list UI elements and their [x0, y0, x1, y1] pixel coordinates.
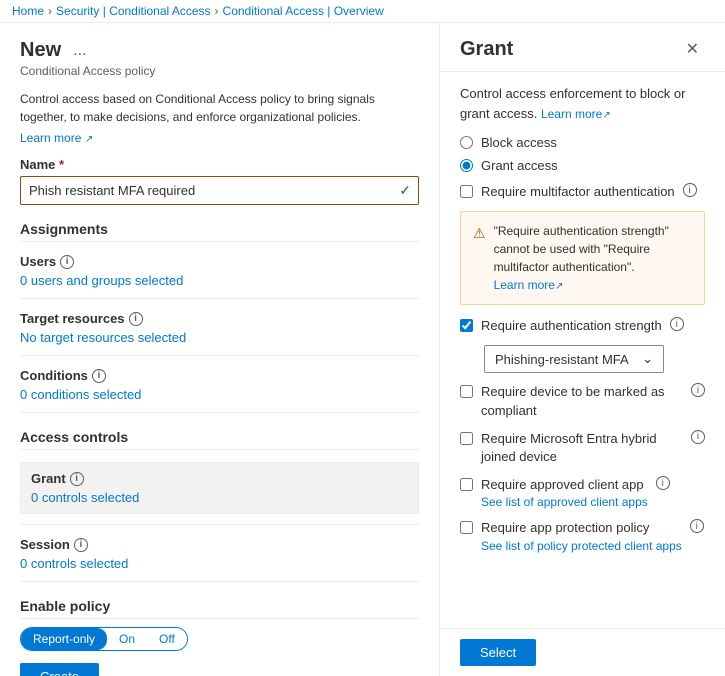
require-compliant-info-icon[interactable]: i [691, 383, 705, 397]
enable-policy-toggle[interactable]: Report-only On Off [20, 627, 188, 651]
require-hybrid-label: Require Microsoft Entra hybrid joined de… [481, 430, 683, 466]
require-auth-strength-item: Require authentication strength i [460, 317, 705, 335]
session-item: Session i 0 controls selected [20, 537, 419, 582]
auth-strength-value: Phishing-resistant MFA [495, 352, 629, 367]
require-hybrid-checkbox[interactable] [460, 432, 473, 445]
require-app-protection-checkbox[interactable] [460, 521, 473, 534]
require-compliant-label: Require device to be marked as compliant [481, 383, 683, 419]
target-resources-item: Target resources i No target resources s… [20, 311, 419, 356]
grant-footer: Select [440, 628, 725, 676]
toggle-on[interactable]: On [107, 628, 147, 650]
require-app-protection-info-icon[interactable]: i [690, 519, 704, 533]
right-panel: Grant ✕ Control access enforcement to bl… [440, 23, 725, 676]
block-access-option[interactable]: Block access [460, 135, 705, 150]
users-item: Users i 0 users and groups selected [20, 254, 419, 299]
grant-header: Grant ✕ [440, 23, 725, 72]
warning-icon: ⚠ [473, 223, 486, 244]
users-value[interactable]: 0 users and groups selected [20, 273, 419, 288]
grant-value[interactable]: 0 controls selected [31, 490, 408, 505]
name-field-label: Name * [20, 157, 419, 172]
require-approved-app-info-icon[interactable]: i [656, 476, 670, 490]
see-protected-apps-link[interactable]: See list of policy protected client apps [481, 539, 682, 553]
breadcrumb-sep-2: › [215, 4, 219, 18]
conditions-label: Conditions [20, 368, 88, 383]
require-app-protection-label: Require app protection policy [481, 519, 682, 537]
require-mfa-checkbox[interactable] [460, 185, 473, 198]
require-hybrid-item: Require Microsoft Entra hybrid joined de… [460, 430, 705, 466]
require-app-protection-item: Require app protection policy See list o… [460, 519, 705, 552]
conditions-info-icon[interactable]: i [92, 369, 106, 383]
breadcrumb-security[interactable]: Security | Conditional Access [56, 4, 211, 18]
name-input[interactable] [20, 176, 419, 205]
description-text: Control access based on Conditional Acce… [20, 90, 419, 126]
session-value[interactable]: 0 controls selected [20, 556, 419, 571]
conditions-value[interactable]: 0 conditions selected [20, 387, 419, 402]
target-resources-value[interactable]: No target resources selected [20, 330, 419, 345]
auth-strength-dropdown[interactable]: Phishing-resistant MFA ⌄ [484, 345, 664, 373]
grant-info-icon[interactable]: i [70, 472, 84, 486]
breadcrumb-sep-1: › [48, 4, 52, 18]
access-type-radio-group: Block access Grant access [460, 135, 705, 173]
users-info-icon[interactable]: i [60, 255, 74, 269]
grant-access-radio[interactable] [460, 159, 473, 172]
require-auth-strength-checkbox[interactable] [460, 319, 473, 332]
access-controls-label: Access controls [20, 429, 419, 450]
name-valid-icon: ✓ [399, 182, 411, 199]
grant-access-label: Grant access [481, 158, 558, 173]
require-approved-app-item: Require approved client app See list of … [460, 476, 705, 509]
target-resources-info-icon[interactable]: i [129, 312, 143, 326]
require-approved-app-checkbox[interactable] [460, 478, 473, 491]
grant-label: Grant [31, 471, 66, 486]
warning-box: ⚠ "Require authentication strength" cann… [460, 211, 705, 305]
conditions-item: Conditions i 0 conditions selected [20, 368, 419, 413]
breadcrumb-overview[interactable]: Conditional Access | Overview [223, 4, 384, 18]
create-button[interactable]: Create [20, 663, 99, 676]
require-hybrid-info-icon[interactable]: i [691, 430, 705, 444]
session-info-icon[interactable]: i [74, 538, 88, 552]
require-compliant-item: Require device to be marked as compliant… [460, 383, 705, 419]
page-subtitle: Conditional Access policy [20, 64, 419, 78]
session-label: Session [20, 537, 70, 552]
grant-access-option[interactable]: Grant access [460, 158, 705, 173]
grant-description: Control access enforcement to block or g… [460, 84, 705, 123]
breadcrumb: Home › Security | Conditional Access › C… [0, 0, 725, 23]
require-mfa-item: Require multifactor authentication i [460, 183, 705, 201]
enable-policy-label: Enable policy [20, 598, 419, 619]
block-access-radio[interactable] [460, 136, 473, 149]
chevron-down-icon: ⌄ [642, 351, 653, 367]
warning-text: "Require authentication strength" cannot… [494, 224, 669, 274]
require-compliant-checkbox[interactable] [460, 385, 473, 398]
assignments-section-label: Assignments [20, 221, 419, 242]
toggle-off[interactable]: Off [147, 628, 187, 650]
target-resources-label: Target resources [20, 311, 125, 326]
enable-policy-section: Enable policy Report-only On Off [20, 598, 419, 651]
toggle-report-only[interactable]: Report-only [21, 628, 107, 650]
grant-item: Grant i 0 controls selected [20, 462, 419, 525]
grant-body: Control access enforcement to block or g… [440, 72, 725, 628]
block-access-label: Block access [481, 135, 557, 150]
grant-title: Grant [460, 38, 513, 61]
left-panel: New ... Conditional Access policy Contro… [0, 23, 440, 676]
require-mfa-info-icon[interactable]: i [683, 183, 697, 197]
require-approved-app-label: Require approved client app [481, 476, 648, 494]
ellipsis-button[interactable]: ... [69, 42, 90, 60]
select-button[interactable]: Select [460, 639, 536, 666]
grant-learn-more-link[interactable]: Learn more [541, 107, 602, 121]
require-auth-strength-info-icon[interactable]: i [670, 317, 684, 331]
require-mfa-label: Require multifactor authentication [481, 183, 675, 201]
breadcrumb-home[interactable]: Home [12, 4, 44, 18]
users-label: Users [20, 254, 56, 269]
close-button[interactable]: ✕ [680, 37, 705, 61]
warning-learn-more-link[interactable]: Learn more [494, 278, 555, 292]
description-learn-more-link[interactable]: Learn more [20, 131, 81, 145]
require-auth-strength-label: Require authentication strength [481, 317, 662, 335]
see-approved-apps-link[interactable]: See list of approved client apps [481, 495, 648, 509]
page-title: New [20, 39, 61, 62]
